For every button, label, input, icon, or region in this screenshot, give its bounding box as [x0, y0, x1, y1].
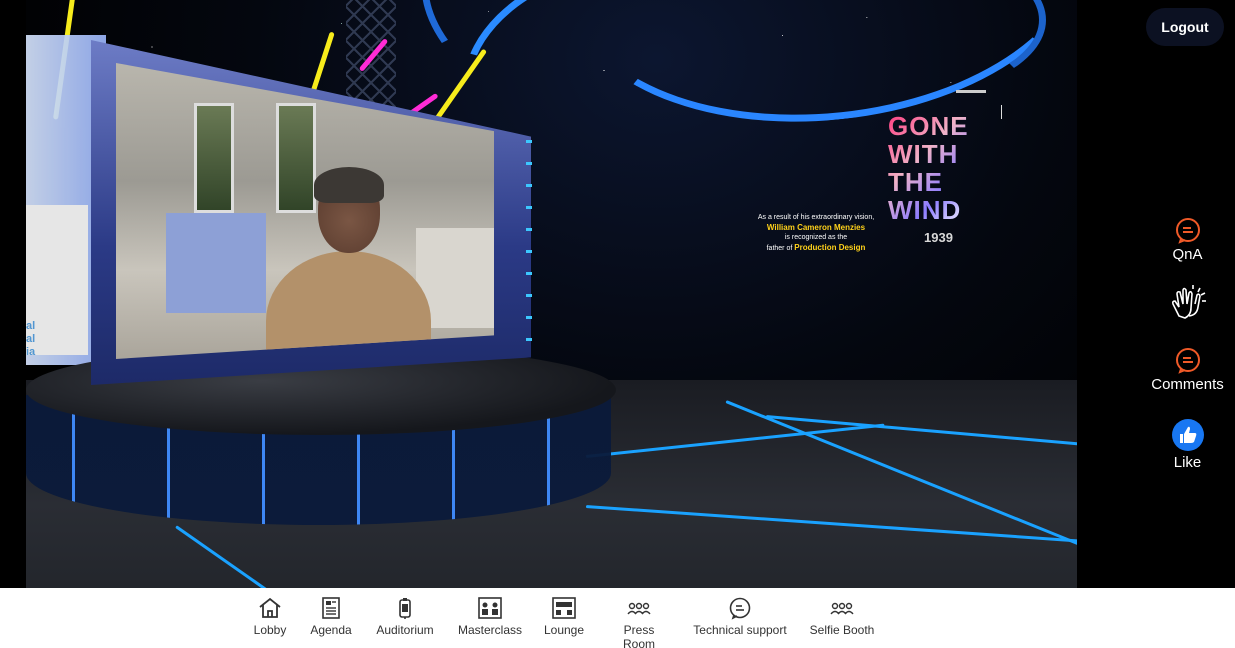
- nav-item-masterclass[interactable]: Masterclass: [456, 596, 524, 644]
- nav-item-lobby[interactable]: Lobby: [248, 596, 292, 644]
- video-desk: [166, 213, 266, 313]
- like-label: Like: [1173, 454, 1202, 471]
- chat-bubble-icon: [1175, 218, 1200, 244]
- virtual-stage-scene: al al ia GONE WITH THE WIND 1939 As a re…: [26, 0, 1077, 588]
- video-window: [194, 103, 234, 213]
- virtual-event-page: al al ia GONE WITH THE WIND 1939 As a re…: [0, 0, 1235, 648]
- clapping-hands-icon: [1171, 285, 1206, 319]
- home-icon: [259, 597, 281, 618]
- nav-item-selfie-booth[interactable]: Selfie Booth: [806, 596, 878, 644]
- screen-light-strip: [526, 140, 532, 350]
- document-icon: [322, 597, 340, 619]
- microphone-icon: [399, 598, 411, 619]
- clap-button[interactable]: [1140, 282, 1235, 326]
- poster-year: 1939: [924, 230, 953, 245]
- nav-item-press-room[interactable]: Press Room: [606, 596, 672, 648]
- thumbs-up-icon: [1171, 419, 1204, 451]
- comment-bubble-icon: [1175, 348, 1200, 374]
- qna-button[interactable]: QnA: [1140, 216, 1235, 263]
- logout-button[interactable]: Logout: [1146, 8, 1224, 46]
- speaker-person: [266, 167, 431, 359]
- poster-title: GONE WITH THE WIND: [888, 111, 969, 225]
- comments-label: Comments: [1151, 376, 1224, 393]
- comments-button[interactable]: Comments: [1140, 346, 1235, 393]
- people-icon: [627, 602, 651, 615]
- nav-item-lounge[interactable]: Lounge: [540, 596, 588, 644]
- lounge-icon: [552, 597, 576, 619]
- movie-poster: GONE WITH THE WIND 1939 As a result of h…: [746, 90, 1002, 265]
- like-button[interactable]: Like: [1140, 418, 1235, 471]
- nav-item-technical-support[interactable]: Technical support: [690, 596, 790, 644]
- side-panel-text: al al ia: [26, 320, 36, 358]
- nav-item-auditorium[interactable]: Auditorium: [372, 596, 438, 644]
- classroom-icon: [478, 597, 502, 619]
- chat-icon: [729, 597, 751, 620]
- qna-label: QnA: [1172, 246, 1203, 263]
- people-icon: [830, 602, 854, 615]
- nav-item-agenda[interactable]: Agenda: [306, 596, 356, 644]
- bottom-navigation: Lobby Agenda Auditorium Masterclass Loun…: [0, 588, 1235, 648]
- poster-quote: As a result of his extraordinary vision,…: [757, 214, 875, 252]
